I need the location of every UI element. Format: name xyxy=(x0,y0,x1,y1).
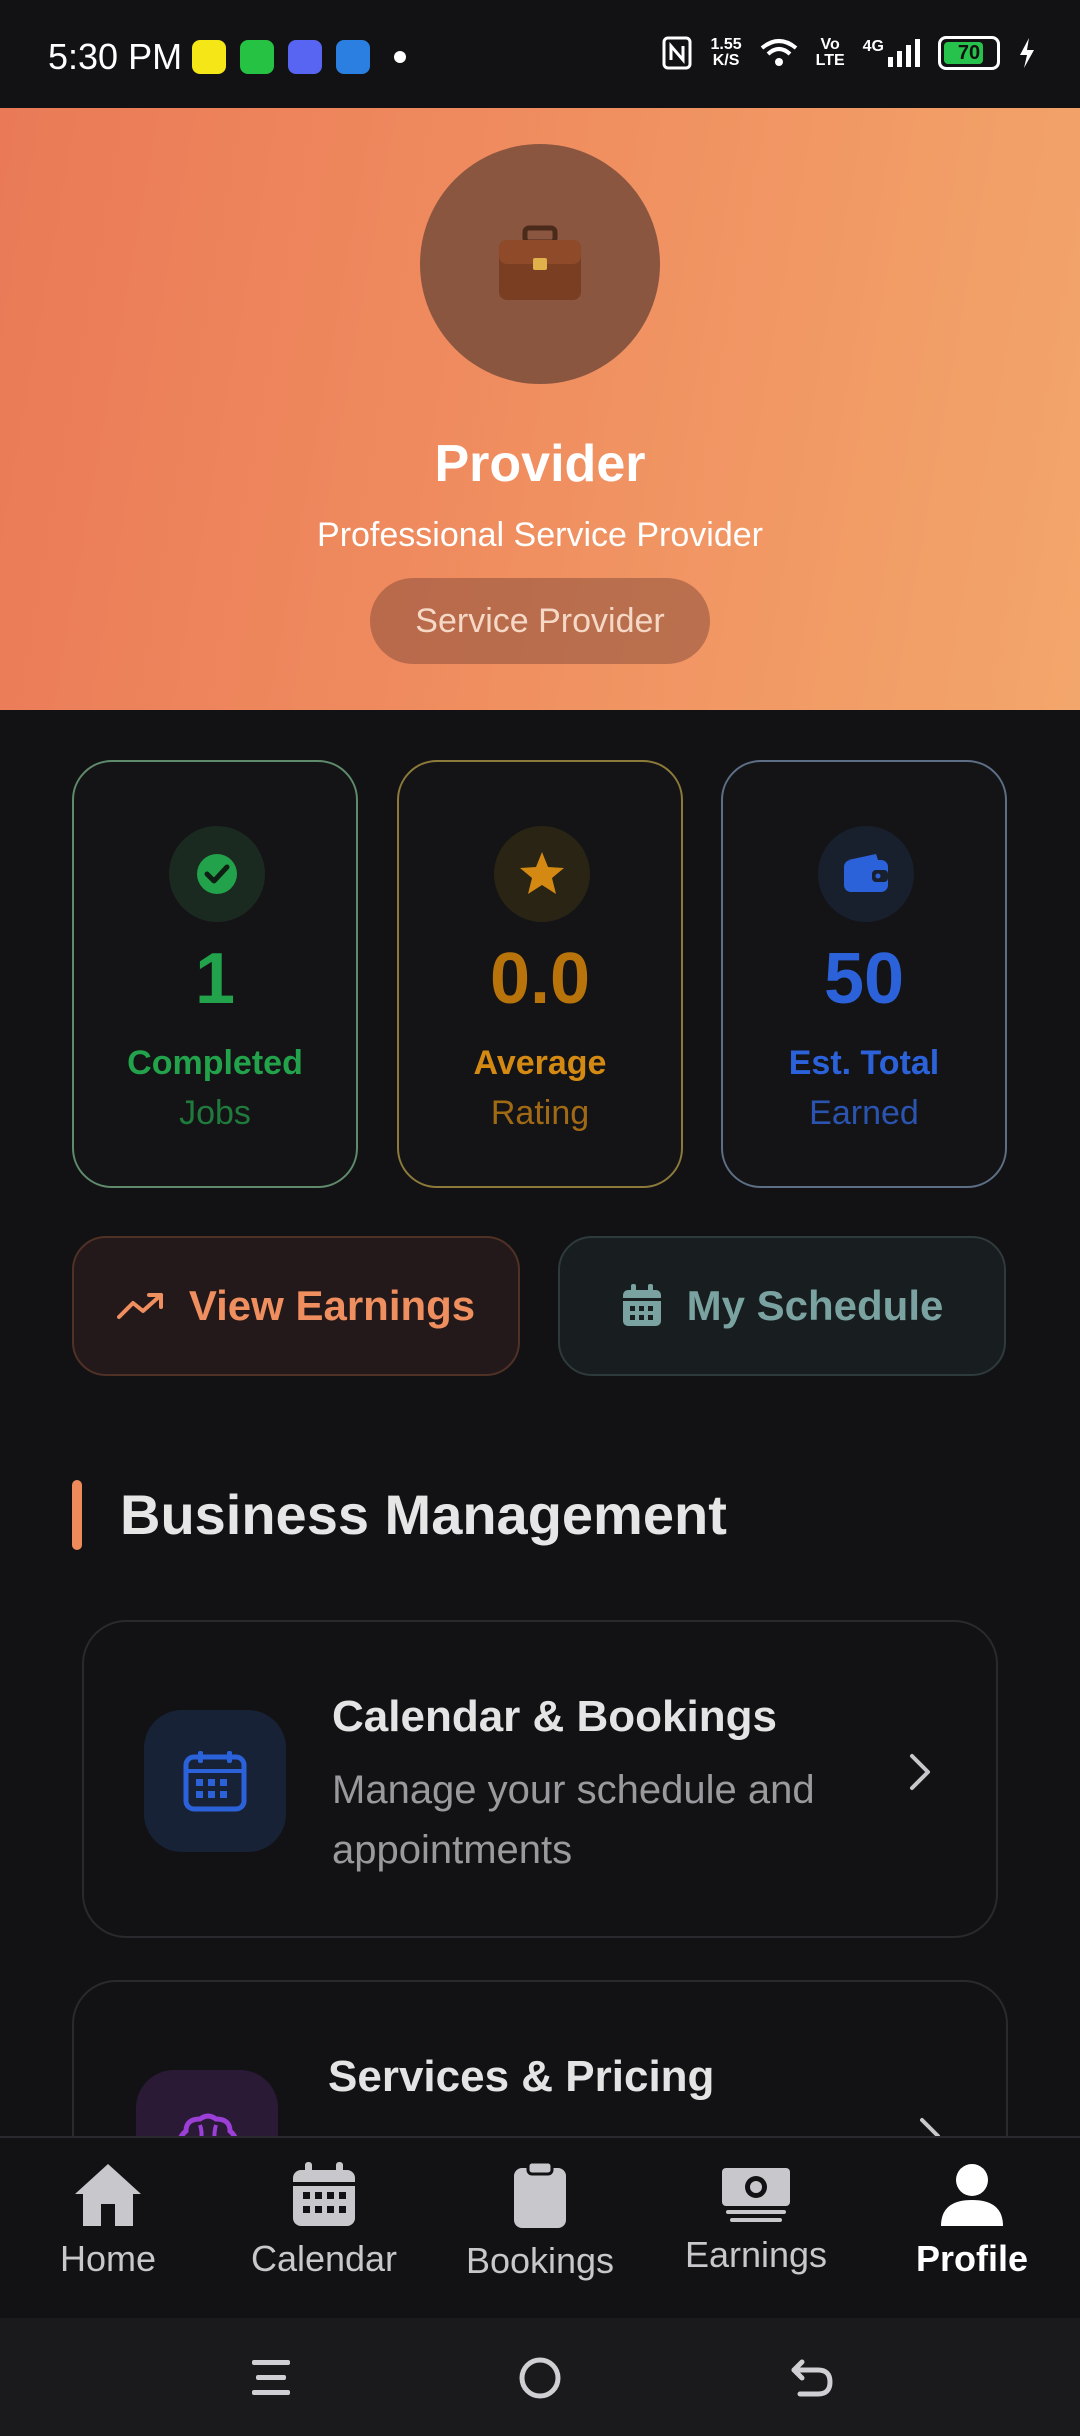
view-earnings-label: View Earnings xyxy=(188,1282,476,1329)
nav-label: Calendar xyxy=(250,2238,398,2279)
bottom-nav: Home Calendar Bookings Earnings Profile xyxy=(0,2136,1080,2318)
stat-label: Completed xyxy=(127,1044,303,1082)
card-description: Manage your schedule and appointments xyxy=(332,1768,815,1872)
stat-card-rating[interactable]: 0.0 Average Rating xyxy=(397,760,683,1188)
stat-value: 1 xyxy=(194,939,236,1019)
nav-item-home[interactable]: Home xyxy=(0,2138,216,2318)
profile-subtitle: Professional Service Provider xyxy=(317,516,763,554)
calendar-icon xyxy=(622,1284,661,1326)
nav-label: Home xyxy=(59,2238,157,2279)
money-icon xyxy=(722,2168,790,2222)
menu-icon[interactable] xyxy=(250,2358,292,2398)
system-navigation-bar xyxy=(0,2318,1080,2436)
status-time: 5:30 PM xyxy=(48,36,183,77)
whatsapp-icon xyxy=(240,40,274,74)
briefcase-icon xyxy=(499,225,581,300)
nav-label: Earnings xyxy=(684,2234,828,2275)
check-circle-icon xyxy=(169,826,265,922)
section-accent-bar xyxy=(72,1480,82,1550)
signal-icon: 4G xyxy=(863,39,920,67)
stat-label: Average xyxy=(473,1044,607,1082)
nav-label: Profile xyxy=(915,2238,1029,2279)
home-circle-icon[interactable] xyxy=(518,2356,562,2400)
stat-sublabel: Earned xyxy=(809,1094,919,1132)
view-earnings-button[interactable]: View Earnings xyxy=(72,1236,520,1376)
nav-item-earnings[interactable]: Earnings xyxy=(648,2138,864,2318)
calendar-bookings-card[interactable]: Calendar & Bookings Manage your schedule… xyxy=(82,1620,998,1938)
clipboard-icon xyxy=(514,2162,566,2228)
stat-sublabel: Jobs xyxy=(179,1094,251,1132)
charging-icon xyxy=(1020,38,1034,68)
mail-icon xyxy=(336,40,370,74)
stat-value: 0.0 xyxy=(489,939,591,1019)
status-bar: 5:30 PM 1.55 K/S Vo LTE 4G 70 xyxy=(0,0,1080,108)
more-notifications-dot xyxy=(394,51,406,63)
nav-item-calendar[interactable]: Calendar xyxy=(216,2138,432,2318)
back-icon[interactable] xyxy=(790,2356,834,2400)
section-title: Business Management xyxy=(120,1483,727,1546)
my-schedule-label: My Schedule xyxy=(686,1282,944,1329)
card-title: Calendar & Bookings xyxy=(332,1692,777,1741)
card-title: Services & Pricing xyxy=(328,2052,715,2101)
stat-label: Est. Total xyxy=(788,1044,940,1082)
home-icon xyxy=(75,2164,141,2226)
stat-value: 50 xyxy=(823,939,905,1019)
my-schedule-button[interactable]: My Schedule xyxy=(558,1236,1006,1376)
star-icon xyxy=(494,826,590,922)
chevron-right-icon xyxy=(910,1754,930,1790)
nav-label: Bookings xyxy=(465,2240,615,2281)
wallet-icon xyxy=(818,826,914,922)
volte-indicator: Vo LTE xyxy=(815,36,845,69)
nav-item-profile[interactable]: Profile xyxy=(864,2138,1080,2318)
calendar-icon xyxy=(293,2162,355,2226)
stat-sublabel: Rating xyxy=(490,1094,590,1132)
nav-item-bookings[interactable]: Bookings xyxy=(432,2138,648,2318)
snapchat-icon xyxy=(192,40,226,74)
stat-card-completed[interactable]: 1 Completed Jobs xyxy=(72,760,358,1188)
nfc-icon xyxy=(662,36,692,70)
battery-icon: 70 xyxy=(938,36,1000,70)
user-icon xyxy=(941,2164,1003,2226)
discord-icon xyxy=(288,40,322,74)
calendar-icon xyxy=(144,1710,286,1852)
system-indicators: 1.55 K/S Vo LTE 4G 70 xyxy=(662,36,1036,70)
profile-header: Provider Professional Service Provider S… xyxy=(0,108,1080,710)
wifi-icon xyxy=(760,39,797,66)
stat-card-earned[interactable]: 50 Est. Total Earned xyxy=(721,760,1007,1188)
network-speed: 1.55 K/S xyxy=(710,36,742,69)
profile-name: Provider xyxy=(434,435,646,493)
role-badge: Service Provider xyxy=(370,578,710,664)
notification-icons xyxy=(192,40,406,74)
trending-up-icon xyxy=(116,1293,163,1319)
avatar[interactable] xyxy=(420,144,660,384)
